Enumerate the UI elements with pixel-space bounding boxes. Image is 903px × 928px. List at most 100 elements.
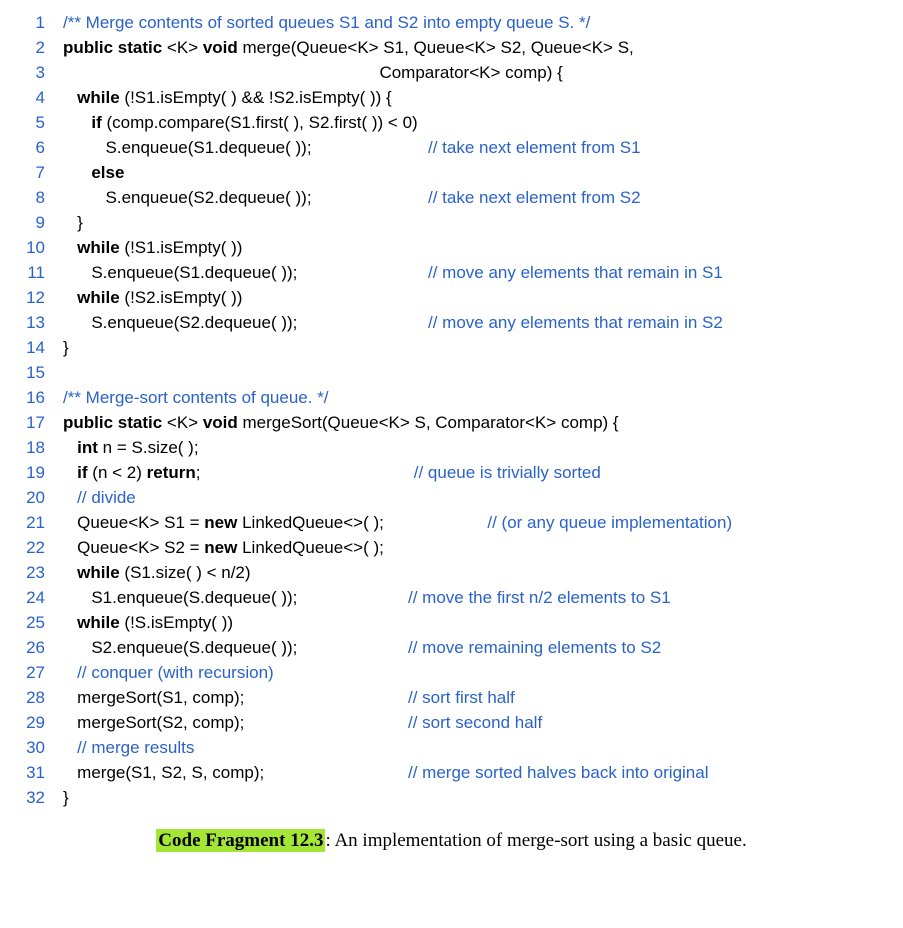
code-text: <K> — [162, 410, 203, 435]
indent — [63, 660, 77, 685]
comment: // move any elements that remain in S2 — [428, 310, 723, 335]
code-text: (!S1.isEmpty( ) && !S2.isEmpty( )) { — [120, 85, 392, 110]
line-number: 29 — [26, 710, 45, 735]
code-line: public static <K> void mergeSort(Queue<K… — [63, 410, 888, 435]
line-number: 20 — [26, 485, 45, 510]
code-line — [63, 360, 888, 385]
code-text: S2.enqueue(S.dequeue( )); — [63, 635, 408, 660]
comment: // take next element from S2 — [428, 185, 641, 210]
code-text: } — [63, 785, 69, 810]
line-number: 25 — [26, 610, 45, 635]
code-text: (S1.size( ) < n/2) — [120, 560, 251, 585]
code-body: /** Merge contents of sorted queues S1 a… — [63, 10, 888, 810]
code-text: ; — [196, 460, 414, 485]
code-text: mergeSort(S2, comp); — [63, 710, 408, 735]
line-number: 2 — [36, 35, 45, 60]
code-text: S.enqueue(S2.dequeue( )); — [63, 310, 428, 335]
code-text: (!S2.isEmpty( )) — [120, 285, 243, 310]
code-line: // divide — [63, 485, 888, 510]
keyword: void — [203, 35, 238, 60]
indent — [63, 560, 77, 585]
code-line: int n = S.size( ); — [63, 435, 888, 460]
comment: // sort second half — [408, 710, 542, 735]
line-number: 31 — [26, 760, 45, 785]
keyword: while — [77, 560, 120, 585]
code-line: while (!S1.isEmpty( ) && !S2.isEmpty( ))… — [63, 85, 888, 110]
comment: // merge sorted halves back into origina… — [408, 760, 709, 785]
code-line: S.enqueue(S2.dequeue( ));// take next el… — [63, 185, 888, 210]
keyword: while — [77, 235, 120, 260]
comment: // take next element from S1 — [428, 135, 641, 160]
line-number: 30 — [26, 735, 45, 760]
comment: // merge results — [77, 735, 194, 760]
code-line: S.enqueue(S2.dequeue( ));// move any ele… — [63, 310, 888, 335]
line-number: 12 — [26, 285, 45, 310]
code-text: LinkedQueue<>( ); — [237, 510, 487, 535]
line-number: 4 — [36, 85, 45, 110]
line-number: 5 — [36, 110, 45, 135]
code-line: // merge results — [63, 735, 888, 760]
code-text: Comparator<K> comp) { — [63, 60, 563, 85]
caption: Code Fragment 12.3: An implementation of… — [15, 830, 888, 852]
code-line: public static <K> void merge(Queue<K> S1… — [63, 35, 888, 60]
code-text: } — [63, 335, 69, 360]
caption-text: An implementation of merge-sort using a … — [334, 830, 746, 851]
line-number-gutter: 1 2 3 4 5 6 7 8 9 10 11 12 13 14 15 16 1… — [15, 10, 63, 810]
code-text: S.enqueue(S2.dequeue( )); — [63, 185, 428, 210]
code-text: Queue<K> S1 = — [63, 510, 204, 535]
code-text: merge(Queue<K> S1, Queue<K> S2, Queue<K>… — [238, 35, 634, 60]
line-number: 21 — [26, 510, 45, 535]
keyword: new — [204, 510, 237, 535]
code-text: LinkedQueue<>( ); — [237, 535, 383, 560]
keyword: while — [77, 285, 120, 310]
comment: // move remaining elements to S2 — [408, 635, 661, 660]
code-text: S.enqueue(S1.dequeue( )); — [63, 260, 428, 285]
comment: // (or any queue implementation) — [487, 510, 732, 535]
keyword: while — [77, 85, 120, 110]
indent — [63, 235, 77, 260]
keyword: else — [91, 160, 124, 185]
line-number: 17 — [26, 410, 45, 435]
line-number: 3 — [36, 60, 45, 85]
code-text: merge(S1, S2, S, comp); — [63, 760, 408, 785]
line-number: 16 — [26, 385, 45, 410]
code-line: mergeSort(S2, comp);// sort second half — [63, 710, 888, 735]
comment: // divide — [77, 485, 136, 510]
indent — [63, 610, 77, 635]
code-line: /** Merge-sort contents of queue. */ — [63, 385, 888, 410]
line-number: 15 — [26, 360, 45, 385]
keyword: int — [77, 435, 98, 460]
code-line: } — [63, 785, 888, 810]
indent — [63, 485, 77, 510]
code-text: (!S1.isEmpty( )) — [120, 235, 243, 260]
line-number: 32 — [26, 785, 45, 810]
code-line: } — [63, 335, 888, 360]
keyword: public static — [63, 35, 162, 60]
code-text: <K> — [162, 35, 203, 60]
line-number: 23 — [26, 560, 45, 585]
caption-label: Code Fragment 12.3 — [156, 829, 325, 852]
code-line: S1.enqueue(S.dequeue( ));// move the fir… — [63, 585, 888, 610]
comment: // conquer (with recursion) — [77, 660, 274, 685]
code-line: /** Merge contents of sorted queues S1 a… — [63, 10, 888, 35]
line-number: 13 — [26, 310, 45, 335]
code-text: (comp.compare(S1.first( ), S2.first( )) … — [102, 110, 418, 135]
indent — [63, 460, 77, 485]
indent — [63, 285, 77, 310]
code-line: else — [63, 160, 888, 185]
code-line: while (!S.isEmpty( )) — [63, 610, 888, 635]
line-number: 19 — [26, 460, 45, 485]
code-text: n = S.size( ); — [98, 435, 199, 460]
line-number: 6 — [36, 135, 45, 160]
line-number: 7 — [36, 160, 45, 185]
code-line: Queue<K> S2 = new LinkedQueue<>( ); — [63, 535, 888, 560]
comment: /** Merge-sort contents of queue. */ — [63, 385, 329, 410]
line-number: 27 — [26, 660, 45, 685]
code-line: Comparator<K> comp) { — [63, 60, 888, 85]
code-text: mergeSort(Queue<K> S, Comparator<K> comp… — [238, 410, 619, 435]
line-number: 18 — [26, 435, 45, 460]
code-line: } — [63, 210, 888, 235]
code-line: S.enqueue(S1.dequeue( ));// move any ele… — [63, 260, 888, 285]
keyword: if — [77, 460, 87, 485]
indent — [63, 85, 77, 110]
